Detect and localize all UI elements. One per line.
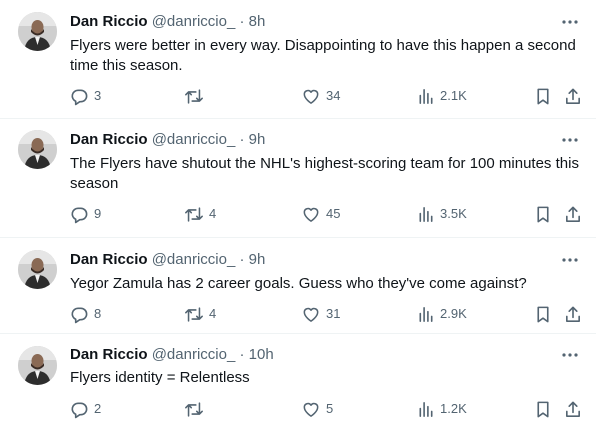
share-icon [566, 401, 580, 417]
retweet-count: 4 [209, 206, 217, 221]
like-count: 34 [326, 88, 341, 103]
timestamp[interactable]: 10h [249, 346, 274, 363]
bookmark-button[interactable] [534, 204, 552, 224]
retweet-icon [185, 401, 203, 417]
reply-count: 8 [94, 306, 102, 321]
more-icon[interactable] [560, 12, 580, 32]
retweet-button[interactable]: 4 [184, 204, 216, 224]
avatar[interactable] [18, 130, 57, 169]
reply-icon [71, 402, 88, 418]
bookmark-icon [537, 306, 549, 322]
analytics-icon [419, 88, 433, 104]
like-count: 31 [326, 306, 341, 321]
tweet[interactable]: Dan Riccio @danriccio_ · 10h Flyers iden… [0, 334, 596, 435]
view-count: 3.5K [440, 206, 467, 221]
retweet-button[interactable]: 4 [184, 304, 216, 324]
reply-count: 3 [94, 88, 102, 103]
tweet[interactable]: Dan Riccio @danriccio_ · 8h Flyers were … [0, 0, 596, 118]
bookmark-icon [537, 88, 549, 104]
author-name[interactable]: Dan Riccio [70, 131, 148, 148]
tweet-text: Flyers were better in every way. Disappo… [70, 37, 576, 74]
separator: · [239, 346, 245, 363]
separator: · [239, 13, 245, 30]
tweet-text: The Flyers have shutout the NHL's highes… [70, 155, 579, 192]
heart-icon [303, 402, 319, 417]
retweet-count: 4 [209, 306, 217, 321]
reply-icon [71, 89, 88, 105]
tweet-text: Flyers identity = Relentless [70, 369, 250, 386]
reply-button[interactable]: 9 [70, 204, 101, 224]
retweet-icon [185, 88, 203, 104]
like-button[interactable]: 31 [301, 304, 340, 324]
author-name[interactable]: Dan Riccio [70, 13, 148, 30]
reply-button[interactable]: 3 [70, 86, 101, 106]
like-count: 45 [326, 206, 341, 221]
retweet-icon [185, 206, 203, 222]
share-icon [566, 88, 580, 104]
bookmark-button[interactable] [534, 399, 552, 419]
timestamp[interactable]: 9h [249, 131, 266, 148]
share-icon [566, 206, 580, 222]
views-button[interactable]: 2.1K [417, 86, 467, 106]
reply-icon [71, 307, 88, 323]
bookmark-icon [537, 206, 549, 222]
share-button[interactable] [564, 204, 582, 224]
separator: · [239, 251, 245, 268]
reply-icon [71, 207, 88, 223]
more-icon[interactable] [560, 345, 580, 365]
reply-button[interactable]: 8 [70, 304, 101, 324]
reply-button[interactable]: 2 [70, 399, 101, 419]
author-name[interactable]: Dan Riccio [70, 346, 148, 363]
tweet[interactable]: Dan Riccio @danriccio_ · 9h Yegor Zamula… [0, 238, 596, 333]
heart-icon [303, 207, 319, 222]
view-count: 2.9K [440, 306, 467, 321]
analytics-icon [419, 206, 433, 222]
author-name[interactable]: Dan Riccio [70, 251, 148, 268]
reply-count: 9 [94, 206, 102, 221]
like-button[interactable]: 5 [301, 399, 333, 419]
tweet-text: Yegor Zamula has 2 career goals. Guess w… [70, 275, 527, 292]
more-icon[interactable] [560, 130, 580, 150]
avatar[interactable] [18, 346, 57, 385]
tweet[interactable]: Dan Riccio @danriccio_ · 9h The Flyers h… [0, 119, 596, 237]
share-button[interactable] [564, 304, 582, 324]
more-icon[interactable] [560, 250, 580, 270]
author-handle[interactable]: @danriccio_ [152, 346, 236, 363]
views-button[interactable]: 1.2K [417, 399, 467, 419]
timestamp[interactable]: 8h [249, 13, 266, 30]
analytics-icon [419, 306, 433, 322]
like-button[interactable]: 34 [301, 86, 340, 106]
author-handle[interactable]: @danriccio_ [152, 131, 236, 148]
like-button[interactable]: 45 [301, 204, 340, 224]
avatar[interactable] [18, 12, 57, 51]
timestamp[interactable]: 9h [249, 251, 266, 268]
bookmark-button[interactable] [534, 304, 552, 324]
like-count: 5 [326, 401, 334, 416]
retweet-button[interactable] [184, 399, 209, 419]
bookmark-button[interactable] [534, 86, 552, 106]
view-count: 1.2K [440, 401, 467, 416]
avatar[interactable] [18, 250, 57, 289]
share-button[interactable] [564, 399, 582, 419]
views-button[interactable]: 3.5K [417, 204, 467, 224]
share-button[interactable] [564, 86, 582, 106]
analytics-icon [419, 401, 433, 417]
share-icon [566, 306, 580, 322]
author-handle[interactable]: @danriccio_ [152, 13, 236, 30]
view-count: 2.1K [440, 88, 467, 103]
author-handle[interactable]: @danriccio_ [152, 251, 236, 268]
separator: · [239, 131, 245, 148]
bookmark-icon [537, 401, 549, 417]
retweet-button[interactable] [184, 86, 209, 106]
heart-icon [303, 89, 319, 104]
heart-icon [303, 307, 319, 322]
views-button[interactable]: 2.9K [417, 304, 467, 324]
retweet-icon [185, 306, 203, 322]
reply-count: 2 [94, 401, 102, 416]
